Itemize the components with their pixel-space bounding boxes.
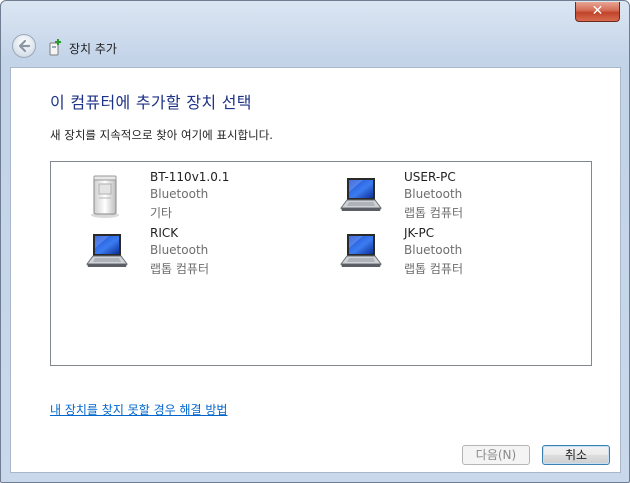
- device-name: BT-110v1.0.1: [150, 170, 230, 184]
- add-device-window: ✕ 장치 추가 이 컴퓨터에 추가할 장치 선택 새 장치를 지속적으로 찾아 …: [0, 0, 630, 483]
- device-type: Bluetooth: [150, 187, 209, 201]
- instruction-text: 새 장치를 지속적으로 찾아 여기에 표시합니다.: [50, 128, 273, 142]
- device-category: 기타: [150, 206, 173, 220]
- device-category: 랩톱 컴퓨터: [150, 262, 210, 276]
- page-title: 이 컴퓨터에 추가할 장치 선택: [50, 93, 252, 112]
- laptop-icon: [333, 170, 385, 222]
- back-button[interactable]: [12, 34, 36, 58]
- laptop-icon: [79, 226, 131, 278]
- device-type: Bluetooth: [404, 243, 463, 257]
- device-item[interactable]: RICK Bluetooth 랩톱 컴퓨터: [79, 226, 319, 278]
- add-device-icon: [47, 38, 63, 56]
- close-button[interactable]: ✕: [575, 2, 620, 22]
- generic-device-icon: [79, 170, 131, 222]
- content-pane: 이 컴퓨터에 추가할 장치 선택 새 장치를 지속적으로 찾아 여기에 표시합니…: [10, 67, 621, 473]
- device-name: USER-PC: [404, 170, 456, 184]
- device-type: Bluetooth: [150, 243, 209, 257]
- device-category: 랩톱 컴퓨터: [404, 262, 464, 276]
- device-item[interactable]: USER-PC Bluetooth 랩톱 컴퓨터: [333, 170, 573, 222]
- window-title: 장치 추가: [69, 42, 117, 56]
- next-button[interactable]: 다음(N): [462, 445, 530, 465]
- window-header: 장치 추가: [1, 29, 629, 67]
- device-item[interactable]: BT-110v1.0.1 Bluetooth 기타: [79, 170, 319, 222]
- laptop-icon: [333, 226, 385, 278]
- device-category: 랩톱 컴퓨터: [404, 206, 464, 220]
- back-arrow-icon: [18, 39, 31, 53]
- device-list[interactable]: BT-110v1.0.1 Bluetooth 기타 USER-PC Blueto…: [50, 161, 592, 366]
- device-type: Bluetooth: [404, 187, 463, 201]
- cancel-button[interactable]: 취소: [542, 445, 610, 465]
- device-item[interactable]: JK-PC Bluetooth 랩톱 컴퓨터: [333, 226, 573, 278]
- device-name: RICK: [150, 226, 179, 240]
- device-name: JK-PC: [404, 226, 435, 240]
- troubleshoot-link[interactable]: 내 장치를 찾지 못할 경우 해결 방법: [50, 401, 227, 418]
